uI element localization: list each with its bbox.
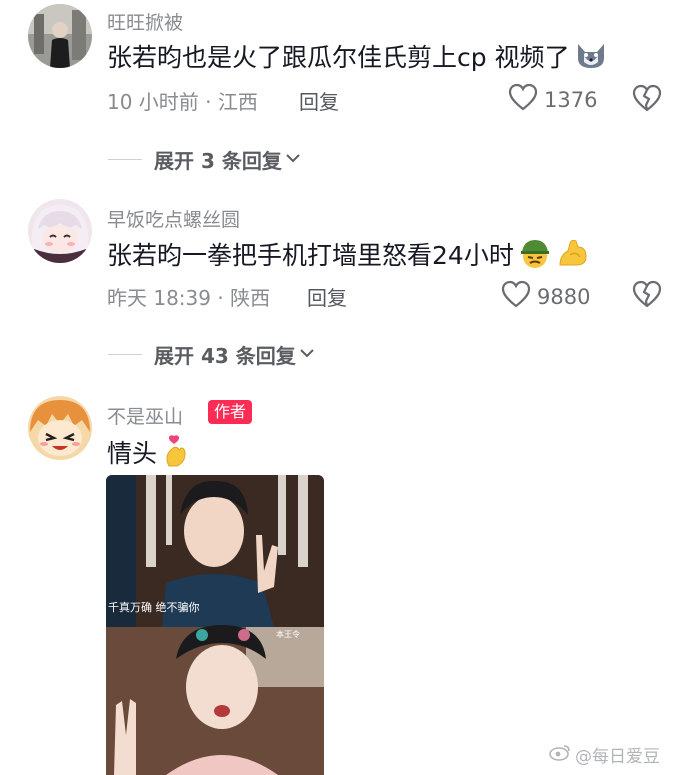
expand-replies[interactable]: 展开 43 条回复 bbox=[108, 340, 316, 369]
comment-text-content: 张若昀一拳把手机打墙里怒看24小时 bbox=[107, 241, 514, 270]
chevron-down-icon bbox=[282, 148, 302, 172]
avatar[interactable] bbox=[28, 396, 92, 460]
broken-heart-icon bbox=[632, 84, 662, 116]
chevron-down-icon bbox=[296, 343, 316, 367]
comment-image[interactable]: 千真万确 绝不骗你 本王令 bbox=[106, 475, 324, 775]
finger-heart-emoji-icon bbox=[161, 434, 191, 476]
divider bbox=[108, 354, 142, 355]
comment-text-content: 情头 bbox=[107, 439, 158, 468]
expand-replies-label: 展开 43 条回复 bbox=[154, 344, 296, 368]
comment-meta: 昨天 18:39 · 陕西 bbox=[107, 286, 271, 310]
image-caption-seal: 本王令 bbox=[276, 629, 300, 639]
comment-2: 早饭吃点螺丝圆 张若昀一拳把手机打墙里怒看24小时 昨天 18:39 · 陕西 … bbox=[0, 195, 690, 385]
comment-text-content: 张若昀也是火了跟瓜尔佳氏剪上cp 视频了 bbox=[107, 43, 570, 72]
avatar[interactable] bbox=[28, 199, 92, 263]
like-button[interactable]: 9880 bbox=[501, 280, 590, 313]
comment-1: 旺旺掀被 张若昀也是火了跟瓜尔佳氏剪上cp 视频了 10 小时前 · 江西 回复… bbox=[0, 0, 690, 190]
dislike-button[interactable] bbox=[632, 84, 662, 112]
heart-icon bbox=[508, 83, 538, 116]
expand-replies[interactable]: 展开 3 条回复 bbox=[108, 145, 302, 174]
comment-username[interactable]: 不是巫山 bbox=[107, 402, 183, 429]
like-count: 1376 bbox=[544, 87, 598, 112]
like-button[interactable]: 1376 bbox=[508, 83, 597, 116]
soldier-helmet-emoji-icon bbox=[518, 237, 552, 277]
avatar[interactable] bbox=[28, 4, 92, 68]
author-badge: 作者 bbox=[208, 400, 253, 424]
comment-text: 张若昀一拳把手机打墙里怒看24小时 bbox=[107, 237, 590, 277]
reply-button[interactable]: 回复 bbox=[307, 282, 347, 311]
comment-text: 情头 bbox=[107, 434, 191, 476]
flexed-bicep-emoji-icon bbox=[556, 237, 590, 277]
weibo-logo-icon bbox=[549, 743, 571, 766]
dislike-button[interactable] bbox=[632, 280, 662, 308]
like-count: 9880 bbox=[537, 284, 591, 309]
broken-heart-icon bbox=[632, 280, 662, 312]
comment-text: 张若昀也是火了跟瓜尔佳氏剪上cp 视频了 bbox=[107, 40, 608, 78]
watermark: @每日爱豆 bbox=[549, 742, 660, 767]
watermark-text: @每日爱豆 bbox=[575, 747, 660, 767]
heart-icon bbox=[501, 280, 531, 313]
divider bbox=[108, 159, 142, 160]
comment-username[interactable]: 早饭吃点螺丝圆 bbox=[107, 205, 240, 232]
wolf-emoji-icon bbox=[574, 40, 608, 78]
expand-replies-label: 展开 3 条回复 bbox=[154, 149, 282, 173]
comment-meta: 10 小时前 · 江西 bbox=[107, 90, 258, 114]
image-caption-top: 千真万确 绝不骗你 bbox=[108, 600, 200, 614]
comment-username[interactable]: 旺旺掀被 bbox=[107, 8, 183, 35]
reply-button[interactable]: 回复 bbox=[299, 86, 339, 115]
